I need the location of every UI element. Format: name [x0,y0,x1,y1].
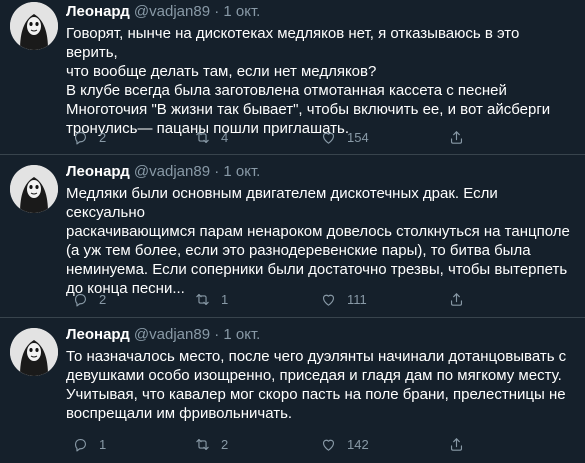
reply-button[interactable]: 2 [72,291,106,308]
reply-count: 2 [99,291,107,307]
heart-icon [320,291,337,308]
tweet-text-line: Говорят, нынче на дискотеках медляков не… [66,25,520,61]
retweet-button[interactable]: 4 [194,129,228,146]
tweet[interactable]: Леонард @vadjan89 · 1 окт. Говорят, нынч… [0,0,585,155]
tweet-header: Леонард @vadjan89 · 1 окт. [66,2,573,21]
tweet[interactable]: Леонард @vadjan89 · 1 окт. То назначалос… [0,318,585,463]
author-handle[interactable]: @vadjan89 [134,3,210,20]
like-count: 142 [347,436,369,452]
tweet-thread: Леонард @vadjan89 · 1 окт. Говорят, нынч… [0,0,585,463]
tweet-text-line: воспрещали им фривольничать. [66,405,293,422]
tweet-text-line: Многоточия "В жизни так бывает", чтобы в… [66,101,551,118]
share-icon [448,436,465,453]
tweet-content: Леонард @vadjan89 · 1 окт. Говорят, нынч… [66,2,573,138]
tweet-header: Леонард @vadjan89 · 1 окт. [66,325,573,344]
like-button[interactable]: 154 [320,129,369,146]
author-handle[interactable]: @vadjan89 [134,163,210,180]
tweet-text-line: девушками особо изощренно, приседая и гл… [66,367,562,384]
share-icon [448,129,465,146]
share-icon [448,291,465,308]
tweet-text-line: Медляки были основным двигателем дискоте… [66,185,498,221]
share-button[interactable] [448,436,465,453]
reply-count: 1 [99,436,107,452]
retweet-button[interactable]: 2 [194,436,228,453]
retweet-count: 2 [221,436,229,452]
tweet-time[interactable]: 1 окт. [223,326,260,343]
author-handle[interactable]: @vadjan89 [134,326,210,343]
heart-icon [320,129,337,146]
reply-count: 2 [99,129,107,145]
tweet-time[interactable]: 1 окт. [223,163,260,180]
tweet-header: Леонард @vadjan89 · 1 окт. [66,162,573,181]
avatar[interactable] [10,328,58,376]
tweet-content: Леонард @vadjan89 · 1 окт. Медляки были … [66,162,573,298]
reply-icon [72,436,89,453]
reply-button[interactable]: 1 [72,436,106,453]
tweet-time[interactable]: 1 окт. [223,3,260,20]
avatar[interactable] [10,165,58,213]
reply-icon [72,291,89,308]
tweet-text-line: (а уж тем более, если это разнодеревенск… [66,242,531,259]
author-name[interactable]: Леонард [66,326,130,343]
tweet-text-line: что вообще делать там, если нет медляков… [66,63,377,80]
retweet-button[interactable]: 1 [194,291,228,308]
like-button[interactable]: 111 [320,291,367,308]
separator-dot: · [214,163,220,180]
author-name[interactable]: Леонард [66,163,130,180]
tweet-text-line: То назначалось место, после чего дуэлянт… [66,348,567,365]
share-button[interactable] [448,291,465,308]
tweet-actions: 2 4 154 [66,127,496,147]
retweet-icon [194,436,211,453]
tweet-actions: 1 2 142 [66,434,496,454]
share-button[interactable] [448,129,465,146]
like-count: 154 [347,129,369,145]
retweet-icon [194,129,211,146]
tweet-actions: 2 1 111 [66,289,496,309]
separator-dot: · [214,326,220,343]
retweet-count: 4 [221,129,229,145]
reply-button[interactable]: 2 [72,129,106,146]
like-count: 111 [347,291,367,307]
tweet-text-line: В клубе всегда была заготовлена отмотанн… [66,82,507,99]
separator-dot: · [214,3,220,20]
tweet-content: Леонард @vadjan89 · 1 окт. То назначалос… [66,325,573,423]
tweet-text-line: раскачивающимся парам ненароком довелось… [66,223,570,240]
avatar[interactable] [10,2,58,50]
tweet-text: То назначалось место, после чего дуэлянт… [66,347,573,423]
like-button[interactable]: 142 [320,436,369,453]
author-name[interactable]: Леонард [66,3,130,20]
heart-icon [320,436,337,453]
tweet-text-line: Учитывая, что кавалер мог скоро пасть на… [66,386,566,403]
retweet-count: 1 [221,291,229,307]
tweet-text: Говорят, нынче на дискотеках медляков не… [66,24,573,138]
tweet-text-line: неминуема. Если соперники были достаточн… [66,261,568,278]
reply-icon [72,129,89,146]
tweet-text: Медляки были основным двигателем дискоте… [66,184,573,298]
tweet[interactable]: Леонард @vadjan89 · 1 окт. Медляки были … [0,155,585,318]
retweet-icon [194,291,211,308]
